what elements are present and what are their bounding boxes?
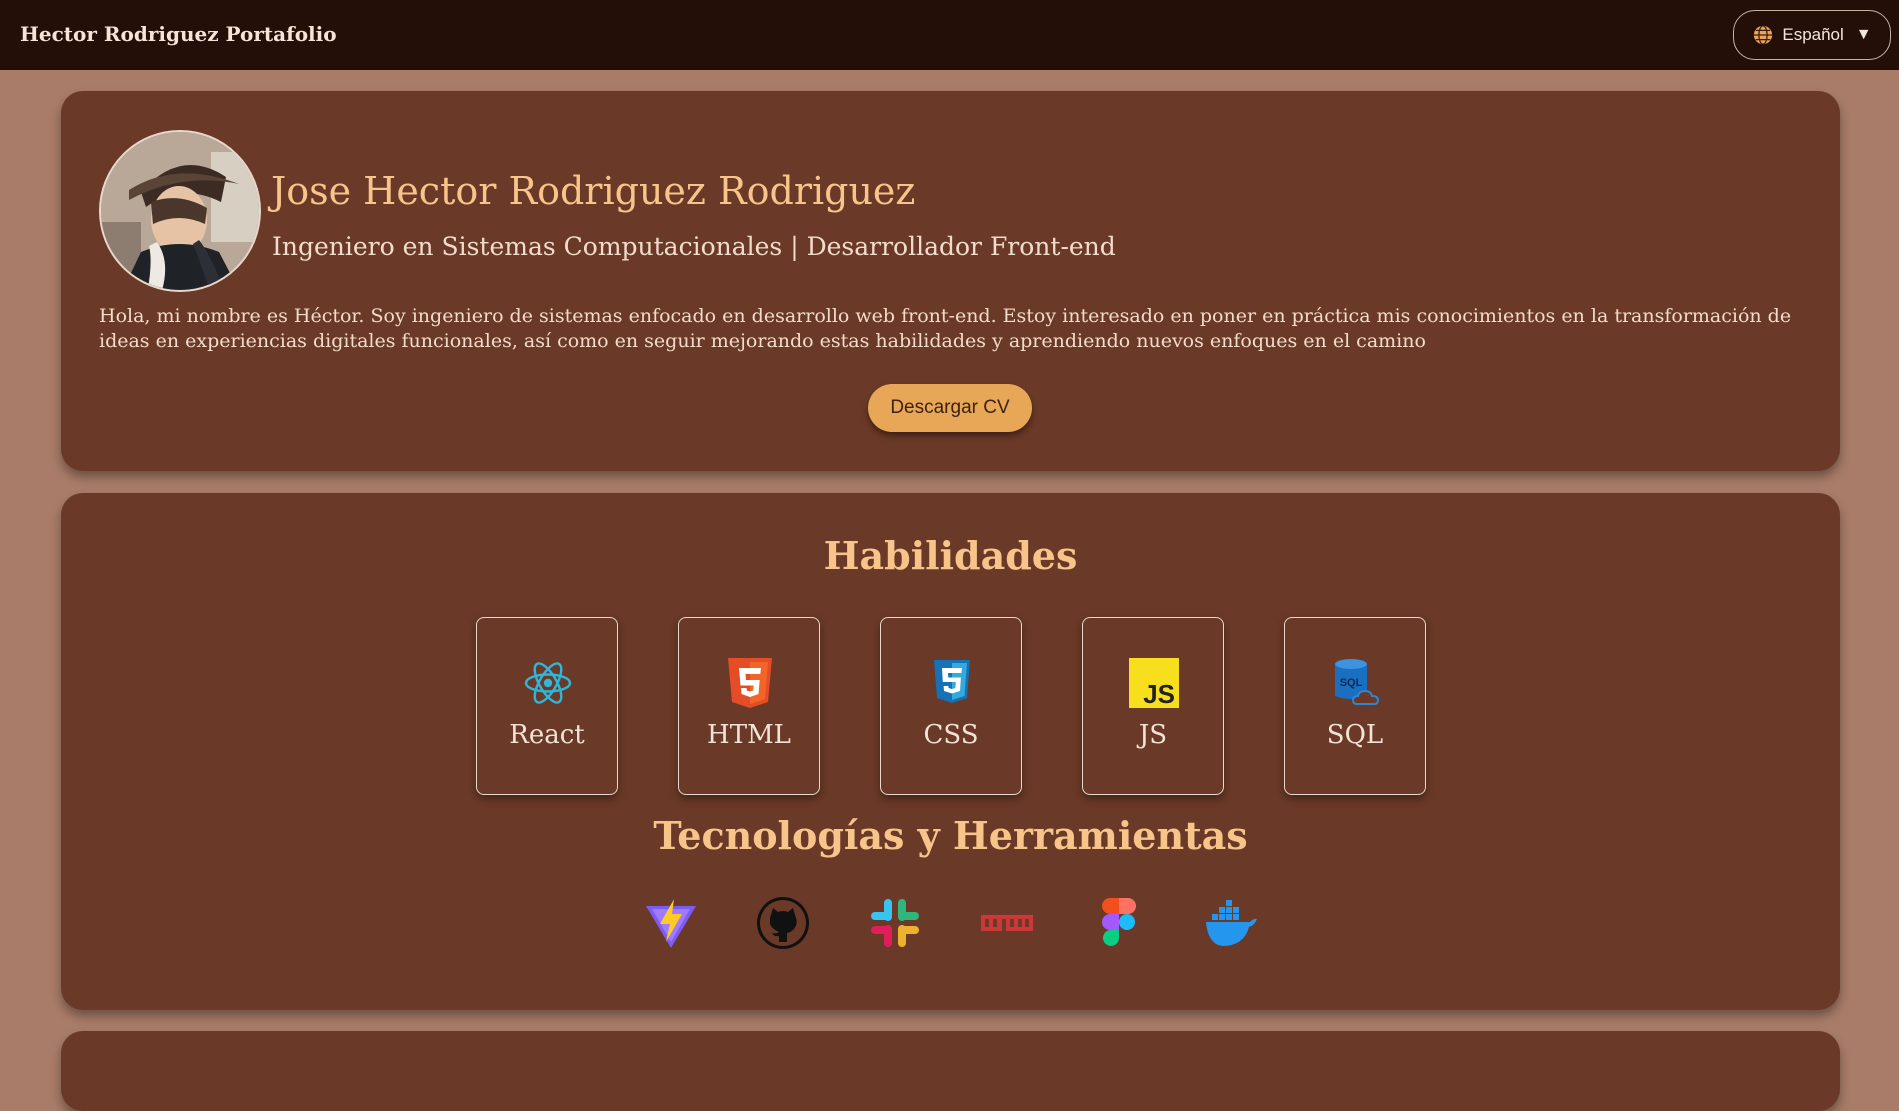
skill-label: React bbox=[509, 720, 585, 750]
slack-icon[interactable] bbox=[868, 896, 922, 950]
html5-icon bbox=[725, 658, 775, 708]
language-label: Español bbox=[1782, 25, 1844, 44]
javascript-icon: JS bbox=[1129, 658, 1179, 709]
vite-icon[interactable] bbox=[644, 896, 698, 950]
skills-card: Habilidades React HTML CSS JS JS SQL SQL… bbox=[61, 493, 1840, 1010]
brand-title[interactable]: Hector Rodriguez Portafolio bbox=[20, 22, 337, 46]
docker-icon[interactable] bbox=[1204, 896, 1258, 950]
svg-text:JS: JS bbox=[1143, 679, 1175, 708]
next-section-card bbox=[61, 1031, 1840, 1111]
skill-card-sql[interactable]: SQL SQL bbox=[1284, 617, 1426, 795]
svg-text:SQL: SQL bbox=[1340, 677, 1363, 689]
profile-subtitle: Ingeniero en Sistemas Computacionales | … bbox=[272, 232, 1116, 261]
skill-label: SQL bbox=[1326, 720, 1384, 750]
profile-card: Jose Hector Rodriguez Rodriguez Ingenier… bbox=[61, 91, 1840, 471]
github-icon[interactable] bbox=[756, 896, 810, 950]
skill-card-react[interactable]: React bbox=[476, 617, 618, 795]
profile-name: Jose Hector Rodriguez Rodriguez bbox=[271, 169, 916, 213]
avatar bbox=[99, 130, 261, 292]
npm-icon[interactable] bbox=[980, 896, 1034, 950]
react-icon bbox=[523, 658, 573, 708]
skill-label: HTML bbox=[707, 720, 791, 750]
skill-label: CSS bbox=[923, 720, 979, 750]
profile-bio: Hola, mi nombre es Héctor. Soy ingeniero… bbox=[99, 305, 1792, 352]
skill-card-html[interactable]: HTML bbox=[678, 617, 820, 795]
triangle-down-icon: ▼ bbox=[1855, 26, 1872, 43]
css3-icon bbox=[927, 658, 977, 708]
skill-label: JS bbox=[1138, 720, 1168, 750]
skills-title: Habilidades bbox=[823, 533, 1078, 578]
skill-card-js[interactable]: JS JS bbox=[1082, 617, 1224, 795]
figma-icon[interactable] bbox=[1092, 896, 1146, 950]
download-cv-button[interactable]: Descargar CV bbox=[868, 384, 1032, 432]
skill-card-css[interactable]: CSS bbox=[880, 617, 1022, 795]
skills-list: React HTML CSS JS JS SQL SQL bbox=[476, 617, 1426, 795]
sql-database-icon: SQL bbox=[1331, 658, 1381, 708]
globe-icon bbox=[1752, 24, 1774, 46]
tools-title: Tecnologías y Herramientas bbox=[653, 813, 1248, 858]
language-selector[interactable]: Español ▼ bbox=[1733, 10, 1891, 60]
navbar: Hector Rodriguez Portafolio Español ▼ bbox=[0, 0, 1899, 70]
